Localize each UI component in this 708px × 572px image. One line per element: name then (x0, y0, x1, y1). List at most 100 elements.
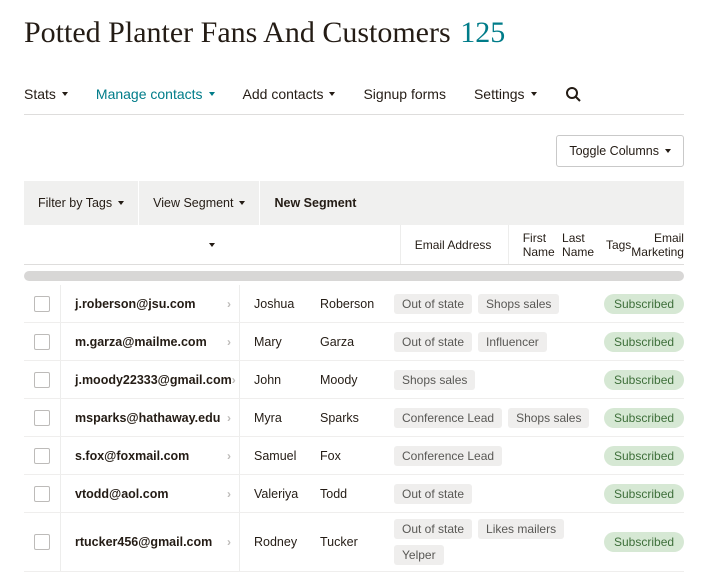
cell-email[interactable]: msparks@hathaway.edu› (61, 411, 239, 425)
horizontal-scrollbar[interactable] (24, 271, 684, 281)
cell-email[interactable]: m.garza@mailme.com › (61, 335, 239, 349)
status-badge: Subscribed (604, 370, 684, 390)
search-button[interactable] (565, 86, 581, 102)
cell-tags: Out of state Influencer (390, 326, 604, 358)
chevron-right-icon: › (227, 449, 231, 463)
filter-by-tags[interactable]: Filter by Tags (24, 181, 138, 225)
chevron-down-icon (531, 92, 537, 96)
filter-by-tags-label: Filter by Tags (38, 196, 112, 210)
status-badge: Subscribed (604, 446, 684, 466)
nav-settings[interactable]: Settings (474, 86, 537, 102)
col-header-first[interactable]: First Name (509, 231, 558, 259)
cell-email[interactable]: j.moody22333@gmail.com› (61, 373, 239, 387)
page-title-row: Potted Planter Fans And Customers 125 (24, 16, 684, 50)
nav-manage-contacts[interactable]: Manage contacts (96, 86, 215, 102)
row-checkbox[interactable] (34, 534, 50, 550)
cell-email[interactable]: j.roberson@jsu.com › (61, 297, 239, 311)
email-text: m.garza@mailme.com (75, 335, 207, 349)
cell-last-name: Garza (316, 335, 390, 349)
tag-pill[interactable]: Out of state (394, 484, 472, 504)
cell-first-name: John (240, 373, 316, 387)
view-segment-label: View Segment (153, 196, 233, 210)
table-header: Email Address First Name Last Name Tags … (24, 225, 684, 265)
tag-pill[interactable]: Out of state (394, 332, 472, 352)
view-segment[interactable]: View Segment (139, 181, 259, 225)
chevron-down-icon (118, 201, 124, 205)
table-row: vtodd@aol.com›ValeriyaTodd Out of state Su… (24, 475, 684, 513)
tag-pill[interactable]: Yelper (394, 545, 444, 565)
cell-email-marketing: Subscribed (604, 332, 684, 352)
cell-email-marketing: Subscribed (604, 484, 684, 504)
row-checkbox[interactable] (34, 334, 50, 350)
chevron-down-icon (62, 92, 68, 96)
cell-email-marketing: Subscribed (604, 294, 684, 314)
cell-first-name: Myra (240, 411, 316, 425)
status-badge: Subscribed (604, 532, 684, 552)
table-row: m.garza@mailme.com›MaryGarzaOut of state… (24, 323, 684, 361)
nav-stats[interactable]: Stats (24, 86, 68, 102)
row-checkbox[interactable] (34, 486, 50, 502)
col-header-tags[interactable]: Tags (602, 238, 631, 252)
cell-last-name: Sparks (316, 411, 390, 425)
status-badge: Subscribed (604, 408, 684, 428)
row-checkbox[interactable] (34, 448, 50, 464)
toggle-columns-button[interactable]: Toggle Columns (556, 135, 684, 167)
chevron-right-icon: › (227, 297, 231, 311)
nav-signup-label: Signup forms (363, 86, 445, 102)
cell-tags: Out of state (390, 478, 604, 510)
status-badge: Subscribed (604, 484, 684, 504)
col-header-email[interactable]: Email Address (401, 238, 508, 252)
nav-signup-forms[interactable]: Signup forms (363, 86, 445, 102)
chevron-right-icon: › (227, 335, 231, 349)
email-text: j.roberson@jsu.com (75, 297, 196, 311)
chevron-down-icon (329, 92, 335, 96)
nav-manage-label: Manage contacts (96, 86, 203, 102)
tag-pill[interactable]: Shops sales (478, 294, 559, 314)
table-body: j.roberson@jsu.com›JoshuaRobersonOut of … (24, 285, 684, 572)
new-segment[interactable]: New Segment (260, 181, 370, 225)
contact-count: 125 (460, 16, 505, 49)
toggle-columns-label: Toggle Columns (569, 144, 659, 158)
row-checkbox[interactable] (34, 296, 50, 312)
cell-first-name: Joshua (240, 297, 316, 311)
nav-add-label: Add contacts (243, 86, 324, 102)
table-row: rtucker456@gmail.com›RodneyTucker Out of … (24, 513, 684, 572)
new-segment-label: New Segment (274, 196, 356, 210)
tag-pill[interactable]: Conference Lead (394, 408, 502, 428)
tag-pill[interactable]: Conference Lead (394, 446, 502, 466)
tag-pill[interactable]: Out of state (394, 294, 472, 314)
nav-add-contacts[interactable]: Add contacts (243, 86, 336, 102)
chevron-right-icon: › (227, 535, 231, 549)
tag-pill[interactable]: Out of state (394, 519, 472, 539)
tag-pill[interactable]: Likes mailers (478, 519, 564, 539)
tag-pill[interactable]: Influencer (478, 332, 547, 352)
cell-email[interactable]: rtucker456@gmail.com› (61, 535, 239, 549)
cell-email-marketing: Subscribed (604, 532, 684, 552)
chevron-right-icon: › (227, 411, 231, 425)
chevron-down-icon (665, 149, 671, 153)
row-checkbox[interactable] (34, 372, 50, 388)
col-header-last[interactable]: Last Name (558, 231, 602, 259)
cell-email[interactable]: s.fox@foxmail.com › (61, 449, 239, 463)
search-icon (565, 86, 581, 102)
table-row: j.roberson@jsu.com›JoshuaRobersonOut of … (24, 285, 684, 323)
table-row: s.fox@foxmail.com›SamuelFoxConference Le… (24, 437, 684, 475)
cell-last-name: Fox (316, 449, 390, 463)
cell-first-name: Rodney (240, 535, 316, 549)
col-header-email-marketing[interactable]: Email Marketing (631, 231, 684, 259)
row-checkbox[interactable] (34, 410, 50, 426)
select-all-menu[interactable] (24, 243, 400, 247)
cell-last-name: Todd (316, 487, 390, 501)
cell-first-name: Valeriya (240, 487, 316, 501)
chevron-down-icon (239, 201, 245, 205)
tag-pill[interactable]: Shops sales (394, 370, 475, 390)
chevron-right-icon: › (227, 487, 231, 501)
tag-pill[interactable]: Shops sales (508, 408, 589, 428)
cell-email[interactable]: vtodd@aol.com› (61, 487, 239, 501)
secondary-nav: Stats Manage contacts Add contacts Signu… (24, 86, 684, 115)
email-text: j.moody22333@gmail.com (75, 373, 232, 387)
email-text: s.fox@foxmail.com (75, 449, 189, 463)
chevron-down-icon (209, 243, 215, 247)
cell-last-name: Tucker (316, 535, 390, 549)
table-row: j.moody22333@gmail.com›JohnMoodyShops sa… (24, 361, 684, 399)
